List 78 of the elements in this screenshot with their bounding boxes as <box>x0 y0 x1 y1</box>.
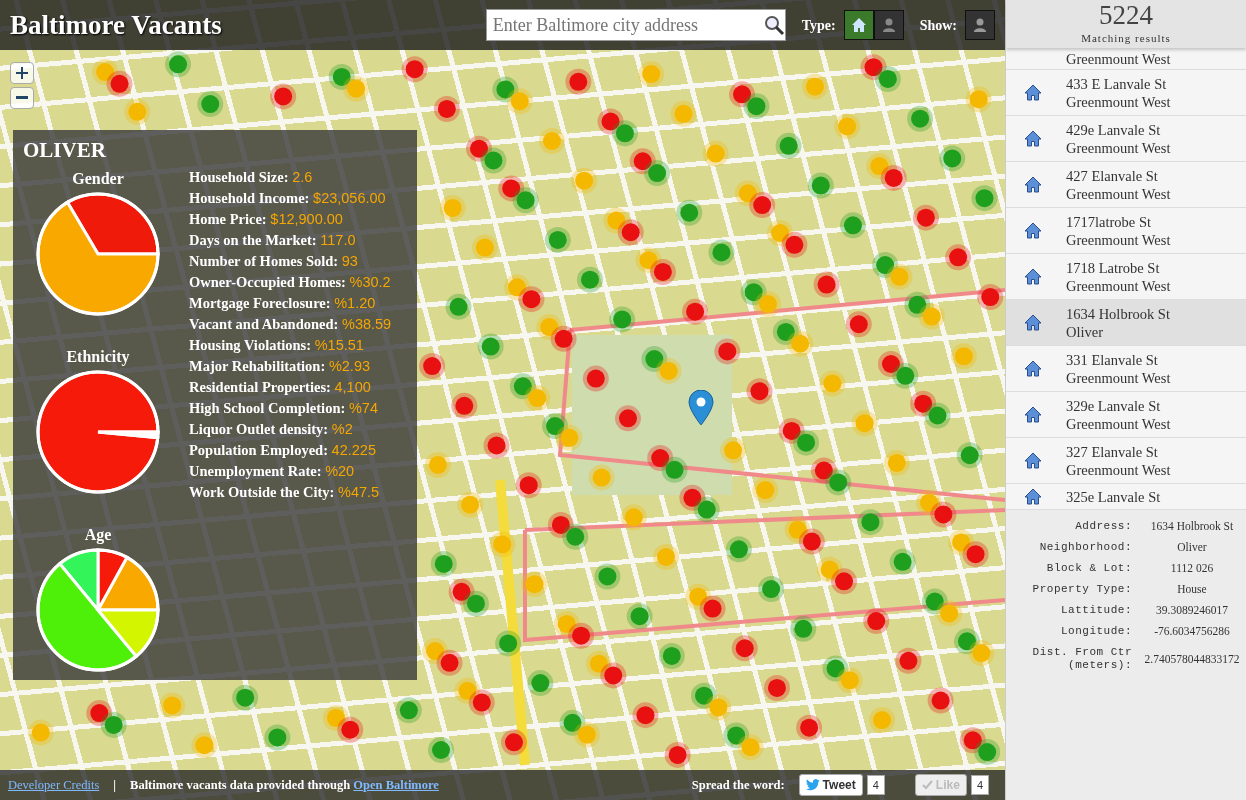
result-item[interactable]: 1634 Holbrook St Oliver <box>1006 300 1246 346</box>
result-count-caption: Matching results <box>1080 31 1172 46</box>
neighborhood-text: Greenmount West <box>1066 92 1171 111</box>
detail-label: Lattitude: <box>1060 604 1133 617</box>
address-text: 327 Elanvale St <box>1066 442 1159 461</box>
gender-chart-title: Gender <box>72 169 124 190</box>
neighborhood-title: OLIVER <box>23 138 107 164</box>
detail-label: Longitude: <box>1060 625 1133 638</box>
neighborhood-text: Greenmount West <box>1066 414 1171 433</box>
show-label: Show: <box>919 16 957 35</box>
detail-label: Neighborhood: <box>1038 541 1133 554</box>
address-text: 427 Elanvale St <box>1066 166 1159 185</box>
stat-line: Household Income: $23,056.00 <box>189 189 387 209</box>
detail-value: House <box>1176 583 1208 596</box>
stat-line: Housing Violations: %15.51 <box>189 336 365 356</box>
address-text: 433 E Lanvale St <box>1066 74 1168 93</box>
developer-credits-link[interactable]: Developer Credits <box>8 775 100 795</box>
separator-text: | <box>113 776 117 794</box>
result-item[interactable]: 325e Lanvale St <box>1006 484 1246 510</box>
address-search-field[interactable]: Enter Baltimore city address <box>485 9 786 41</box>
detail-value: 1634 Holbrook St <box>1149 520 1235 533</box>
stat-line: Owner-Occupied Homes: %30.2 <box>189 273 392 293</box>
result-item[interactable]: 329e Lanvale St Greenmount West <box>1006 392 1246 438</box>
stat-line: Major Rehabilitation: %2.93 <box>189 357 371 377</box>
neighborhood-text: Greenmount West <box>1066 230 1171 249</box>
neighborhood-text: Greenmount West <box>1066 368 1171 387</box>
stat-line: Residential Properties: 4,100 <box>189 378 372 398</box>
stat-line: Liquor Outlet density: %2 <box>189 420 354 440</box>
stat-line: Days on the Market: 117.0 <box>189 231 357 251</box>
detail-label: Dist. From Ctr (meters): <box>1031 646 1133 672</box>
address-text: 1717latrobe St <box>1066 212 1152 231</box>
open-baltimore-link[interactable]: Open Baltimore <box>353 777 439 792</box>
address-text: 1718 Latrobe St <box>1066 258 1161 277</box>
ethnicity-chart-title: Ethnicity <box>66 347 130 368</box>
neighborhood-text: Greenmount West <box>1066 460 1171 479</box>
data-source-text: Baltimore vacants data provided through Open Baltimore <box>130 776 439 794</box>
address-text: 429e Lanvale St <box>1066 120 1162 139</box>
share-label: Spread the word: <box>691 776 785 794</box>
detail-label: Address: <box>1074 520 1133 533</box>
stat-line: Vacant and Abandoned: %38.59 <box>189 315 392 335</box>
result-item[interactable]: 427 Elanvale St Greenmount West <box>1006 162 1246 208</box>
result-item[interactable]: 327 Elanvale St Greenmount West <box>1006 438 1246 484</box>
address-text: 1634 Holbrook St <box>1066 304 1170 323</box>
result-item[interactable]: 429e Lanvale St Greenmount West <box>1006 116 1246 162</box>
address-text: 325e Lanvale St <box>1066 487 1161 506</box>
stat-line: High School Completion: %74 <box>189 399 379 419</box>
address-text: 329e Lanvale St <box>1066 396 1162 415</box>
neighborhood-text: Greenmount West <box>1066 184 1171 203</box>
stat-line: Number of Homes Sold: 93 <box>189 252 359 272</box>
result-count: 5224 <box>1098 0 1154 30</box>
neighborhood-text: Greenmount West <box>1066 49 1171 68</box>
detail-label: Block & Lot: <box>1045 562 1133 575</box>
address-text: 331 Elanvale St <box>1066 350 1159 369</box>
tweet-button[interactable]: Tweet <box>798 774 863 796</box>
result-item[interactable]: 331 Elanvale St Greenmount West <box>1006 346 1246 392</box>
detail-value: 2.740578044833172 <box>1143 652 1241 666</box>
result-item[interactable]: 433 E Lanvale St Greenmount West <box>1006 70 1246 116</box>
stat-line: Household Size: 2.6 <box>189 168 314 188</box>
stat-line: Population Employed: 42.225 <box>189 441 377 461</box>
detail-value: 39.3089246017 <box>1155 604 1229 617</box>
detail-value: Oliver <box>1176 541 1208 554</box>
stat-line: Work Outside the City: %47.5 <box>189 483 381 503</box>
app-title: Baltimore Vacants <box>10 8 222 42</box>
tweet-count: 4 <box>866 774 885 796</box>
neighborhood-text: Greenmount West <box>1066 276 1171 295</box>
result-item[interactable]: 1717latrobe St Greenmount West <box>1006 208 1246 254</box>
detail-label: Property Type: <box>1031 583 1133 596</box>
stat-line: Unemployment Rate: %20 <box>189 462 356 482</box>
detail-value: -76.6034756286 <box>1153 625 1231 638</box>
neighborhood-text: Oliver <box>1066 322 1105 341</box>
detail-value: 1112 026 <box>1169 562 1215 575</box>
like-count: 4 <box>970 774 989 796</box>
age-chart-title: Age <box>84 525 112 546</box>
result-item[interactable]: Greenmount West <box>1006 48 1246 70</box>
neighborhood-text: Greenmount West <box>1066 138 1171 157</box>
stat-line: Mortgage Foreclosure: %1.20 <box>189 294 377 314</box>
stat-line: Home Price: $12,900.00 <box>189 210 344 230</box>
type-label: Type: <box>801 16 836 35</box>
